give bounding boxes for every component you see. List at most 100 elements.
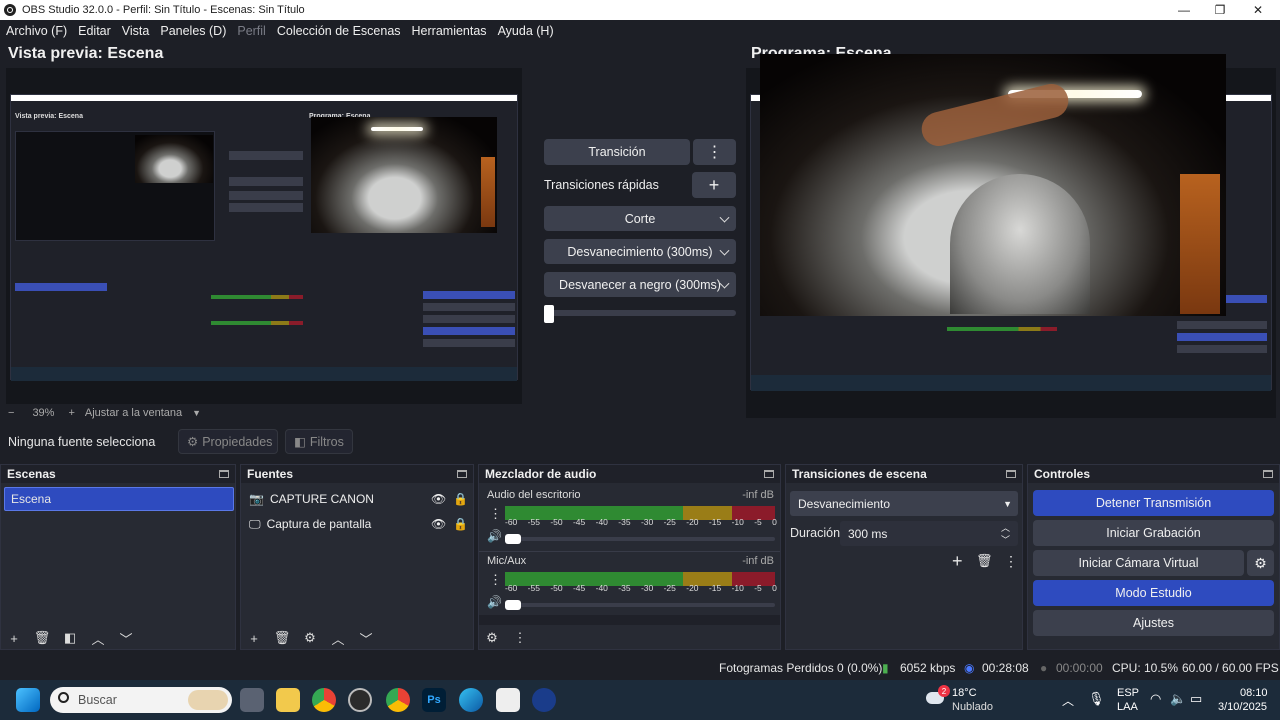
edge-icon[interactable] (459, 688, 483, 712)
gear-icon[interactable]: ⚙ (1247, 550, 1274, 576)
transition-button[interactable]: Transición (544, 139, 690, 165)
taskbar-search[interactable]: Buscar (50, 687, 232, 713)
language-code[interactable]: ESP (1117, 687, 1139, 699)
float-dock-icon[interactable] (219, 470, 229, 478)
chevron-up-icon[interactable]: ︿ (1062, 692, 1074, 709)
menu-ayuda[interactable]: Ayuda (H) (498, 24, 554, 38)
volume-handle[interactable] (505, 534, 521, 544)
windows-start-icon[interactable] (16, 688, 40, 712)
maximize-button[interactable]: ❐ (1202, 0, 1238, 20)
trash-icon[interactable]: 🗑 (34, 630, 51, 645)
zoom-row: − 39% + Ajustar a la ventana ▼ (0, 404, 530, 422)
start-virtual-camera-button[interactable]: Iniciar Cámara Virtual (1033, 550, 1244, 576)
filters-button[interactable]: ◧ Filtros (285, 429, 353, 454)
title-bar: OBS Studio 32.0.0 - Perfil: Sin Título -… (0, 0, 1280, 20)
eye-icon[interactable]: 👁 (431, 492, 446, 506)
add-icon[interactable]: + (952, 551, 963, 572)
menu-perfil[interactable]: Perfil (237, 24, 265, 38)
gear-icon[interactable]: ⚙ (303, 630, 317, 645)
capcut-icon[interactable] (496, 688, 520, 712)
start-recording-button[interactable]: Iniciar Grabación (1033, 520, 1274, 546)
float-dock-icon[interactable] (457, 470, 467, 478)
clock-date[interactable]: 3/10/2025 (1218, 701, 1267, 713)
add-icon[interactable]: + (7, 631, 21, 646)
chevron-down-icon[interactable]: ﹀ (359, 631, 373, 647)
mic-volume-slider[interactable] (505, 600, 775, 610)
chevron-down-icon (719, 278, 730, 289)
quick-transitions-label: Transiciones rápidas (544, 178, 659, 192)
transition-more-button[interactable]: ⋮ (693, 139, 736, 165)
more-options-icon[interactable]: ⋮ (1004, 553, 1018, 570)
preview-canvas[interactable]: Vista previa: Escena Programa: Escena (6, 68, 522, 404)
source-item[interactable]: 📷 CAPTURE CANON 👁 🔒 (245, 487, 471, 511)
weather-temp[interactable]: 18°C (952, 687, 977, 699)
clock-time[interactable]: 08:10 (1240, 687, 1268, 699)
chrome-profile-icon[interactable] (386, 688, 410, 712)
trash-icon[interactable]: 🗑 (976, 553, 993, 569)
more-options-icon[interactable]: ⋮ (489, 572, 502, 588)
weather-desc[interactable]: Nublado (952, 701, 993, 713)
zoom-out-button[interactable]: − (8, 407, 14, 419)
add-icon[interactable]: + (247, 631, 261, 646)
t-bar-slider[interactable] (544, 305, 736, 323)
task-view-icon[interactable] (240, 688, 264, 712)
mic-level: -inf dB (742, 555, 774, 567)
wifi-icon[interactable]: ◠ (1150, 691, 1161, 707)
keyboard-layout[interactable]: LAA (1117, 701, 1138, 713)
float-dock-icon[interactable] (1006, 470, 1016, 478)
desktop-volume-slider[interactable] (505, 534, 775, 544)
properties-button[interactable]: ⚙ Propiedades (178, 429, 278, 454)
duration-input[interactable]: 300 ms ︿ ﹀ (840, 521, 1018, 546)
speaker-icon[interactable]: 🔊 (487, 529, 502, 543)
battery-icon[interactable]: ▭ (1190, 691, 1202, 707)
advanced-audio-icon[interactable]: ⚙ (485, 630, 499, 645)
t-bar-handle[interactable] (544, 305, 554, 323)
fit-to-window[interactable]: Ajustar a la ventana (85, 407, 182, 419)
chevron-down-icon[interactable]: ﹀ (1001, 533, 1010, 546)
lock-icon[interactable]: 🔒 (453, 492, 468, 506)
menu-coleccion[interactable]: Colección de Escenas (277, 24, 401, 38)
menu-editar[interactable]: Editar (78, 24, 111, 38)
quick-transition-fade[interactable]: Desvanecimiento (300ms) (544, 239, 736, 264)
mic-icon[interactable]: 🎙 (1088, 691, 1105, 707)
quick-transition-corte[interactable]: Corte (544, 206, 736, 231)
volume-icon[interactable]: 🔈 (1170, 691, 1186, 707)
speaker-icon[interactable]: 🔊 (487, 595, 502, 609)
photoshop-icon[interactable]: Ps (422, 688, 446, 712)
menu-archivo[interactable]: Archivo (F) (6, 24, 67, 38)
zoom-in-button[interactable]: + (68, 407, 74, 419)
chevron-down-icon[interactable]: ﹀ (119, 631, 133, 647)
menu-paneles[interactable]: Paneles (D) (160, 24, 226, 38)
chevron-up-icon[interactable]: ︿ (91, 631, 105, 647)
obs-icon[interactable] (348, 688, 372, 712)
float-dock-icon[interactable] (764, 470, 774, 478)
volume-handle[interactable] (505, 600, 521, 610)
filter-icon[interactable]: ◧ (63, 630, 77, 645)
more-options-icon[interactable]: ⋮ (489, 506, 502, 522)
file-explorer-icon[interactable] (276, 688, 300, 712)
chrome-icon[interactable] (312, 688, 336, 712)
more-options-icon[interactable]: ⋮ (513, 630, 527, 645)
menu-vista[interactable]: Vista (122, 24, 150, 38)
add-quick-transition-button[interactable]: + (692, 172, 736, 198)
app-icon[interactable] (532, 688, 556, 712)
chevron-up-icon[interactable]: ︿ (331, 631, 345, 647)
chevron-down-icon[interactable]: ▼ (192, 408, 201, 418)
monitor-icon: 🖵 (249, 516, 261, 531)
float-dock-icon[interactable] (1263, 470, 1273, 478)
minimize-button[interactable]: — (1166, 0, 1202, 20)
eye-icon[interactable]: 👁 (431, 517, 446, 531)
source-item[interactable]: 🖵 Captura de pantalla 👁 🔒 (245, 512, 471, 536)
bitrate: 6052 kbps (900, 661, 956, 675)
trash-icon[interactable]: 🗑 (274, 630, 291, 645)
close-button[interactable]: ✕ (1240, 0, 1276, 20)
cpu-usage: CPU: 10.5% (1112, 661, 1179, 675)
transition-select[interactable]: Desvanecimiento ▼ (790, 491, 1018, 516)
stop-streaming-button[interactable]: Detener Transmisión (1033, 490, 1274, 516)
lock-icon[interactable]: 🔒 (453, 517, 468, 531)
scene-item[interactable]: Escena (4, 487, 234, 511)
settings-button[interactable]: Ajustes (1033, 610, 1274, 636)
menu-herramientas[interactable]: Herramientas (412, 24, 487, 38)
quick-transition-fade-black[interactable]: Desvanecer a negro (300ms) (544, 272, 736, 297)
studio-mode-button[interactable]: Modo Estudio (1033, 580, 1274, 606)
